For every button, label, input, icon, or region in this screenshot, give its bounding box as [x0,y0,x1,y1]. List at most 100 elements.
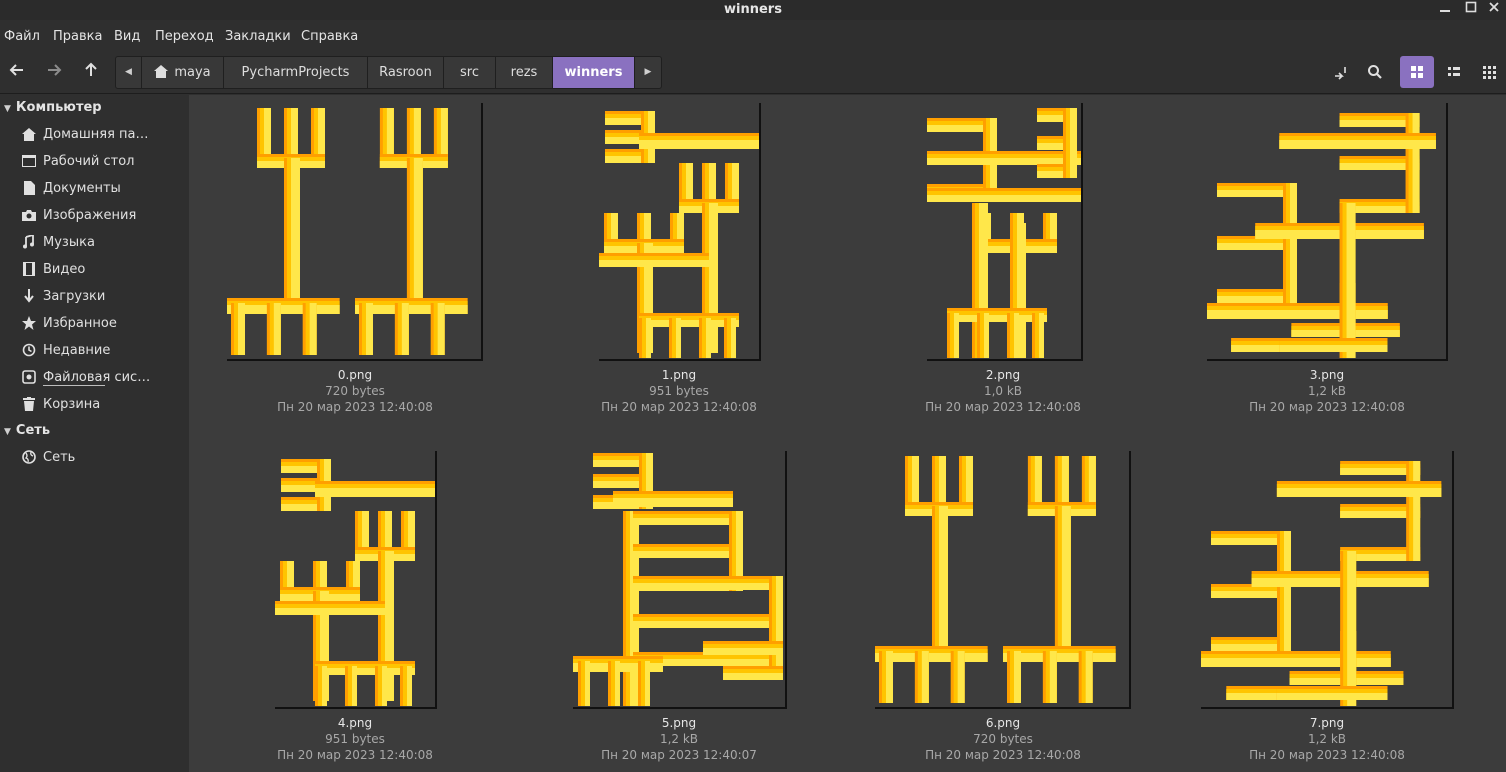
thumbnail-image[interactable] [227,103,483,361]
file-date: Пн 20 мар 2023 12:40:08 [277,748,433,762]
thumbnail-image[interactable] [875,451,1131,709]
expander-icon: ▼ [4,104,11,114]
file-item[interactable]: 7.png 1,2 kB Пн 20 мар 2023 12:40:08 [1177,715,1477,763]
sidebar-item-favorites[interactable]: Избранное [21,313,117,333]
compact-list-icon [1483,66,1496,79]
music-icon [21,234,37,250]
breadcrumb-winners[interactable]: winners [553,57,635,88]
sidebar-item-recent[interactable]: Недавние [21,340,110,360]
location-toggle-icon [1335,67,1346,80]
file-item[interactable]: 6.png 720 bytes Пн 20 мар 2023 12:40:08 [853,715,1153,763]
sidebar-section-network[interactable]: ▼ Сеть [4,423,50,438]
forward-button[interactable] [42,61,66,85]
sidebar-item-trash[interactable]: Корзина [21,394,100,414]
file-date: Пн 20 мар 2023 12:40:08 [277,400,433,414]
file-date: Пн 20 мар 2023 12:40:08 [601,400,757,414]
thumbnail-image[interactable] [599,103,761,361]
title-bar: winners [0,0,1506,20]
window-title: winners [724,2,782,17]
sidebar-item-music[interactable]: Музыка [21,232,95,252]
minimize-icon[interactable] [1436,1,1454,19]
sidebar-item-filesystem[interactable]: Файловая сис… [21,367,150,387]
network-icon [21,449,37,465]
menu-edit[interactable]: Правка [53,29,102,44]
sidebar-item-label: Недавние [43,342,111,358]
file-name: 7.png [1309,716,1345,730]
sidebar-item-label: Корзина [43,396,101,412]
up-button[interactable] [79,61,103,85]
file-item[interactable]: 0.png 720 bytes Пн 20 мар 2023 12:40:08 [205,367,505,415]
thumbnail-image[interactable] [573,451,787,709]
sidebar-item-desktop[interactable]: Рабочий стол [21,151,134,171]
file-grid: 0.png 720 bytes Пн 20 мар 2023 12:40:08 … [189,95,1506,772]
file-name: 1.png [661,368,697,382]
close-icon[interactable] [1485,1,1503,19]
section-title: Сеть [15,423,51,438]
location-toggle-button[interactable] [1323,56,1357,88]
sidebar-item-videos[interactable]: Видео [21,259,85,279]
thumbnail-graphic [875,451,1131,709]
sidebar-item-label: Изображения [43,207,137,223]
file-item[interactable]: 5.png 1,2 kB Пн 20 мар 2023 12:40:07 [529,715,829,763]
expander-icon: ▼ [4,427,11,437]
search-button[interactable] [1358,56,1392,88]
download-icon [21,288,37,304]
maximize-icon[interactable] [1462,1,1480,19]
desktop-icon [21,153,37,169]
breadcrumb-rezs[interactable]: rezs [496,57,553,88]
menu-go[interactable]: Переход [155,29,214,44]
thumbnail-image[interactable] [1207,103,1448,361]
breadcrumb-rasroon[interactable]: Rasroon [368,57,444,88]
icon-view-button[interactable] [1400,56,1434,88]
file-size: 1,2 kB [659,732,699,746]
menu-bookmarks[interactable]: Закладки [225,29,291,44]
trash-icon [21,396,37,412]
sidebar-item-label: Файловая сис… [43,369,151,385]
file-name: 5.png [661,716,697,730]
sidebar-item-label: Домашняя па… [43,126,149,142]
breadcrumb-home[interactable]: maya [142,57,224,88]
file-name: 4.png [337,716,373,730]
drive-icon [21,369,37,385]
breadcrumb-scroll-right[interactable]: ▶ [635,57,661,88]
arrow-right-icon [48,64,62,76]
back-button[interactable] [5,61,29,85]
thumbnail-graphic [573,451,787,709]
arrow-left-icon [9,64,23,76]
file-item[interactable]: 1.png 951 bytes Пн 20 мар 2023 12:40:08 [529,367,829,415]
thumbnail-image[interactable] [927,103,1083,361]
file-item[interactable]: 4.png 951 bytes Пн 20 мар 2023 12:40:08 [205,715,505,763]
file-item[interactable]: 3.png 1,2 kB Пн 20 мар 2023 12:40:08 [1177,367,1477,415]
thumbnail-graphic [927,103,1083,361]
breadcrumb: ◀ maya PycharmProjects Rasroon src rezs … [115,56,662,89]
menu-help[interactable]: Справка [301,29,358,44]
breadcrumb-scroll-left[interactable]: ◀ [116,57,142,88]
thumbnail-image[interactable] [1201,451,1454,709]
sidebar-item-home[interactable]: Домашняя па… [21,124,149,144]
file-size: 951 bytes [649,384,709,398]
compact-view-button[interactable] [1472,56,1506,88]
recent-icon [21,342,37,358]
list-view-button[interactable] [1437,56,1471,88]
toolbar: ◀ maya PycharmProjects Rasroon src rezs … [0,52,1506,94]
sidebar-item-label: Избранное [43,315,117,331]
thumbnail-graphic [227,103,483,361]
sidebar-item-pictures[interactable]: Изображения [21,205,136,225]
usage-bar [43,385,105,386]
sidebar-item-network[interactable]: Сеть [21,447,75,467]
menu-file[interactable]: Файл [4,29,40,44]
menu-view[interactable]: Вид [114,29,140,44]
thumbnail-graphic [599,103,761,361]
breadcrumb-pycharmprojects[interactable]: PycharmProjects [224,57,368,88]
thumbnail-image[interactable] [275,451,437,709]
sidebar-item-label: Рабочий стол [43,153,135,169]
file-item[interactable]: 2.png 1,0 kB Пн 20 мар 2023 12:40:08 [853,367,1153,415]
thumbnail-graphic [1201,451,1454,709]
breadcrumb-src[interactable]: src [444,57,496,88]
home-icon [154,59,169,90]
section-title: Компьютер [15,100,102,115]
sidebar-item-documents[interactable]: Документы [21,178,121,198]
sidebar-item-downloads[interactable]: Загрузки [21,286,105,306]
sidebar-item-label: Загрузки [43,288,106,304]
sidebar-section-computer[interactable]: ▼ Компьютер [4,100,102,115]
